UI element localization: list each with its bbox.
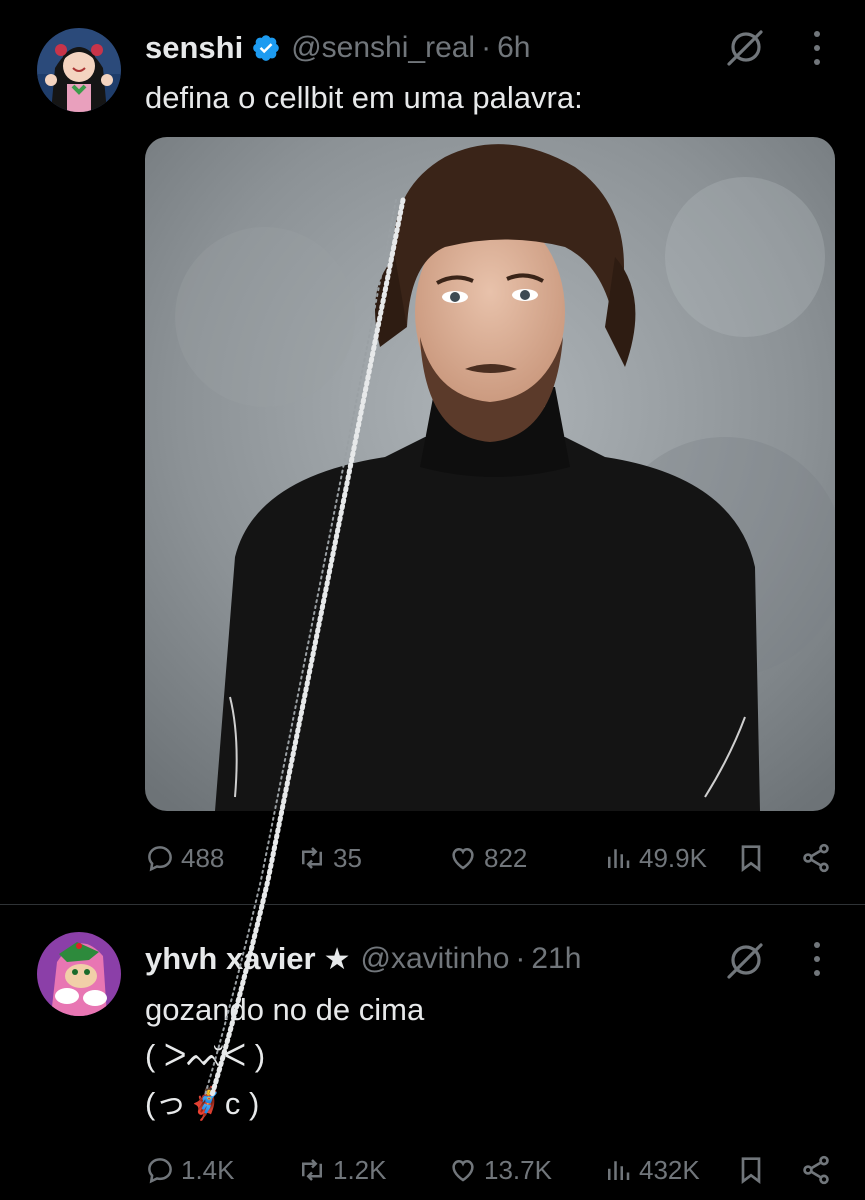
grok-icon[interactable] <box>725 26 767 68</box>
views-count: 432K <box>639 1154 700 1185</box>
grok-icon[interactable] <box>725 939 767 981</box>
like-button[interactable]: 822 <box>448 838 527 878</box>
views-button[interactable]: 432K <box>603 1150 700 1190</box>
reply-count: 1.4K <box>181 1154 235 1185</box>
like-button[interactable]: 13.7K <box>448 1150 552 1190</box>
tweet-text-line-3: (っ🦸ᴄ ) <box>145 1086 260 1121</box>
display-name[interactable]: senshi <box>145 30 243 66</box>
verified-badge-icon <box>253 35 280 61</box>
reply-button[interactable]: 488 <box>145 838 224 878</box>
retweet-icon <box>302 1159 322 1181</box>
handle[interactable]: @senshi_real <box>291 31 475 65</box>
tweet-actions: 488 35 822 49.9K <box>145 838 835 878</box>
retweet-button[interactable]: 1.2K <box>297 1150 387 1190</box>
tweet-2[interactable]: yhvh xavier ★ @xavitinho · 21h gozando n… <box>0 905 865 1200</box>
tweet-header: yhvh xavier ★ @xavitinho · 21h <box>145 939 581 979</box>
tweet-header: senshi @senshi_real · 6h <box>145 28 530 68</box>
bookmark-icon[interactable] <box>735 842 767 874</box>
like-icon <box>452 847 474 870</box>
separator: · <box>515 942 526 975</box>
tweet-text-line-2: ( ᐳᨓ̆ᐸ ) <box>145 1038 266 1073</box>
tweet-1[interactable]: senshi @senshi_real · 6h defina o cellbi… <box>0 0 865 904</box>
reply-icon <box>148 1158 172 1184</box>
reply-count: 488 <box>181 842 225 873</box>
views-icon <box>608 849 630 868</box>
retweet-count: 1.2K <box>333 1154 387 1185</box>
like-count: 822 <box>484 842 528 873</box>
reply-icon <box>148 846 172 872</box>
more-icon[interactable] <box>811 939 823 979</box>
display-name[interactable]: yhvh xavier <box>145 941 316 977</box>
handle[interactable]: @xavitinho <box>361 942 510 976</box>
bookmark-icon[interactable] <box>735 1154 767 1186</box>
more-icon[interactable] <box>811 28 823 68</box>
retweet-button[interactable]: 35 <box>297 838 362 878</box>
avatar-senshi[interactable] <box>37 28 121 112</box>
reply-button[interactable]: 1.4K <box>145 1150 235 1190</box>
tweet-actions: 1.4K 1.2K 13.7K 432K <box>145 1150 835 1190</box>
timestamp[interactable]: 6h <box>497 31 530 65</box>
like-icon <box>452 1159 474 1182</box>
retweet-count: 35 <box>333 842 362 873</box>
timestamp[interactable]: 21h <box>531 942 581 976</box>
views-count: 49.9K <box>639 842 707 873</box>
tweet-photo[interactable] <box>145 137 835 811</box>
share-icon[interactable] <box>800 842 832 874</box>
name-star: ★ <box>323 942 351 976</box>
views-button[interactable]: 49.9K <box>603 838 707 878</box>
separator: · <box>481 31 492 64</box>
tweet-text-line-1: gozando no de cima <box>145 992 425 1027</box>
share-icon[interactable] <box>800 1154 832 1186</box>
retweet-icon <box>302 847 322 869</box>
tweet-text: defina o cellbit em uma palavra: <box>145 80 583 115</box>
views-icon <box>608 1161 630 1180</box>
like-count: 13.7K <box>484 1154 552 1185</box>
avatar-xavier[interactable] <box>37 932 121 1016</box>
